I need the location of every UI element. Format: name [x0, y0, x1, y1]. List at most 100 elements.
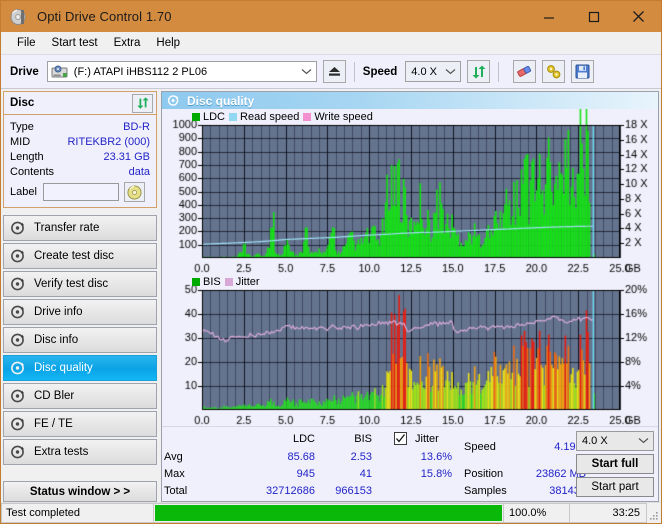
legend-label: Jitter	[235, 276, 260, 288]
disc-label-input[interactable]	[42, 183, 119, 201]
legend-swatch-icon	[224, 278, 233, 286]
status-window-button[interactable]: Status window > >	[3, 481, 157, 502]
disc-label-key: Label	[10, 186, 37, 198]
disc-row-value: 23.31 GB	[103, 150, 150, 163]
legend-entry: Jitter	[224, 276, 260, 288]
stats-avg-ldc: 85.68	[287, 451, 315, 463]
menu-start-test[interactable]: Start test	[44, 35, 106, 51]
toolbar-divider-1	[353, 61, 355, 82]
stats-row-avg-label: Avg	[164, 451, 183, 463]
jitter-checkbox[interactable]	[394, 432, 407, 445]
disc-row-value: BD-R	[123, 120, 150, 133]
stats-speed-label: Speed	[464, 441, 496, 453]
maximize-icon[interactable]	[571, 1, 616, 32]
save-button[interactable]	[571, 60, 595, 83]
speed-select[interactable]: 4.0 X	[405, 61, 462, 82]
stats-avg-bis: 2.53	[350, 451, 372, 463]
drive-select[interactable]: (F:) ATAPI iHBS112 2 PL06	[46, 61, 317, 82]
sidebar-item-transfer-rate[interactable]: Transfer rate	[3, 215, 157, 241]
stats-row-max-label: Max	[164, 468, 185, 480]
disc-test-icon	[167, 94, 180, 107]
disc-test-icon	[10, 444, 26, 460]
disc-info-title: Disc	[10, 97, 35, 109]
start-part-button[interactable]: Start part	[576, 477, 654, 497]
legend-swatch-icon	[303, 113, 312, 121]
toolbar: Drive (F:) ATAPI iHBS112 2 PL06 Speed 4.…	[1, 54, 661, 89]
sidebar-item-extra-tests[interactable]: Extra tests	[3, 439, 157, 465]
sidebar-item-label: CD Bler	[34, 390, 75, 402]
start-full-button[interactable]: Start full	[576, 454, 654, 474]
content-panel: Disc quality LDC Read speed Write speed BI…	[161, 91, 659, 502]
chevron-down-icon	[445, 66, 456, 78]
disc-row-value: RITEKBR2 (000)	[67, 135, 150, 148]
resize-grip-icon[interactable]	[647, 503, 661, 523]
toolbar-divider-2	[498, 61, 500, 82]
disc-label-row: Label	[10, 182, 150, 202]
sidebar-item-cd-bler[interactable]: CD Bler	[3, 383, 157, 409]
sidebar-nav: Transfer rate Create test disc Verify te…	[1, 215, 159, 467]
minimize-icon[interactable]	[526, 1, 571, 32]
stats-col-ldc: LDC	[292, 433, 315, 445]
sidebar-item-disc-quality[interactable]: Disc quality	[3, 355, 157, 381]
sidebar-item-create-test-disc[interactable]: Create test disc	[3, 243, 157, 269]
stats-max-jitter: 15.8%	[420, 468, 452, 480]
chart-ldc-legend: LDC Read speed Write speed	[192, 111, 373, 123]
legend-label: Read speed	[240, 111, 300, 123]
chart-bis-legend: BIS Jitter	[192, 276, 260, 288]
legend-swatch-icon	[192, 113, 200, 121]
disc-row-contents: Contents data	[10, 164, 150, 179]
disc-row-mid: MID RITEKBR2 (000)	[10, 134, 150, 149]
disc-test-icon	[10, 416, 26, 432]
disc-test-icon	[10, 332, 26, 348]
sidebar-item-label: Create test disc	[34, 250, 114, 262]
test-speed-select[interactable]: 4.0 X	[576, 431, 654, 451]
disc-row-key: MID	[10, 135, 31, 148]
disc-info-box: Disc Type BD-R MID RITEKBR2 (000) Length…	[3, 91, 157, 208]
refresh-button[interactable]	[467, 60, 491, 83]
legend-entry: LDC	[192, 111, 225, 123]
sidebar-item-label: Verify test disc	[34, 278, 109, 290]
window-title: Opti Drive Control 1.70	[37, 9, 172, 24]
disc-refresh-button[interactable]	[132, 93, 153, 113]
erase-button[interactable]	[513, 60, 537, 83]
menu-help[interactable]: Help	[148, 35, 188, 51]
sidebar-item-verify-test-disc[interactable]: Verify test disc	[3, 271, 157, 297]
legend-entry: BIS	[192, 276, 221, 288]
status-message: Test completed	[1, 503, 153, 523]
title-bar: Opti Drive Control 1.70	[1, 1, 661, 32]
menu-file[interactable]: File	[9, 35, 44, 51]
progress-percent: 100.0%	[503, 503, 569, 523]
stats-max-ldc: 945	[296, 468, 315, 480]
sidebar-item-fe-te[interactable]: FE / TE	[3, 411, 157, 437]
tools-button[interactable]	[542, 60, 566, 83]
sidebar-item-label: Disc quality	[34, 362, 93, 374]
elapsed-time: 33:25	[569, 503, 647, 523]
disc-label-button[interactable]	[123, 182, 145, 202]
close-icon[interactable]	[616, 1, 661, 32]
window-controls	[526, 1, 661, 32]
progress-fill	[155, 505, 502, 521]
charts-area: LDC Read speed Write speed BIS Jitter	[162, 109, 658, 426]
jitter-label: Jitter	[415, 433, 439, 445]
sidebar-item-disc-info[interactable]: Disc info	[3, 327, 157, 353]
status-window-wrap: Status window > >	[1, 481, 159, 502]
sidebar-item-drive-info[interactable]: Drive info	[3, 299, 157, 325]
legend-swatch-icon	[229, 113, 238, 121]
disc-test-icon	[10, 388, 26, 404]
progress-bar	[153, 503, 503, 523]
menu-bar: File Start test Extra Help	[1, 32, 661, 54]
drive-value: (F:) ATAPI iHBS112 2 PL06	[73, 65, 208, 78]
stats-row-total-label: Total	[164, 485, 188, 497]
sidebar-item-label: Extra tests	[34, 446, 89, 458]
app-disc-icon	[10, 8, 28, 26]
eject-button[interactable]	[322, 60, 346, 83]
stats-total-bis: 966153	[335, 485, 372, 497]
disc-test-icon	[10, 276, 26, 292]
sidebar-item-label: Drive info	[34, 306, 83, 318]
status-bar: Test completed 100.0% 33:25	[1, 502, 661, 523]
disc-row-length: Length 23.31 GB	[10, 149, 150, 164]
legend-entry: Write speed	[303, 111, 373, 123]
drive-label: Drive	[10, 65, 39, 78]
legend-label: Write speed	[314, 111, 373, 123]
menu-extra[interactable]: Extra	[106, 35, 149, 51]
